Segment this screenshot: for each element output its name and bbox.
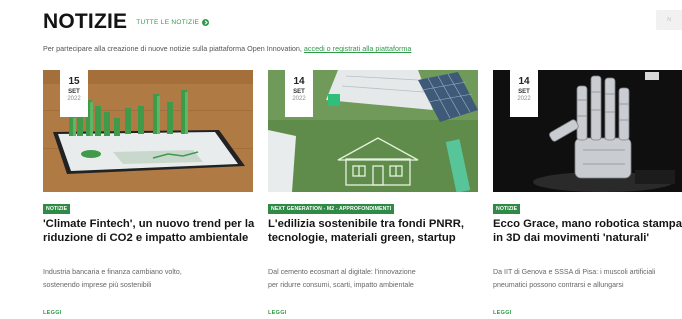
category-tag[interactable]: NEXT GENERATION - M2 - APPROFONDIMENTI — [268, 204, 395, 214]
date-badge: 14 SET 2022 — [285, 70, 313, 117]
page-title: NOTIZIE — [43, 10, 128, 33]
corner-button[interactable]: N — [656, 10, 682, 30]
news-image-green-building[interactable]: 14 SET 2022 — [268, 70, 478, 192]
news-excerpt: Industria bancaria e finanza cambiano vo… — [43, 266, 253, 291]
date-day: 14 — [293, 76, 305, 87]
read-more-link[interactable]: LEGGI — [268, 310, 287, 316]
date-month: SET — [68, 89, 80, 95]
news-excerpt: Da IIT di Genova e SSSA di Pisa: i musco… — [493, 266, 682, 291]
date-day: 15 — [68, 76, 80, 87]
news-card[interactable]: 15 SET 2022 NOTIZIE 'Climate Fintech', u… — [43, 70, 254, 316]
news-title[interactable]: L'edilizia sostenibile tra fondi PNRR, t… — [268, 218, 480, 245]
date-badge: 15 SET 2022 — [60, 70, 88, 117]
news-excerpt: Dal cemento ecosmart al digitale: l'inno… — [268, 266, 478, 291]
intro-sentence: Per partecipare alla creazione di nuove … — [43, 44, 302, 53]
news-title[interactable]: Ecco Grace, mano robotica stampata in 3D… — [493, 218, 682, 245]
intro-text: Per partecipare alla creazione di nuove … — [43, 44, 411, 53]
date-year: 2022 — [292, 96, 306, 102]
date-day: 14 — [518, 76, 530, 87]
news-title[interactable]: 'Climate Fintech', un nuovo trend per la… — [43, 218, 255, 245]
category-tag[interactable]: NOTIZIE — [493, 204, 521, 214]
all-news-link[interactable]: TUTTE LE NOTIZIE — [136, 19, 210, 26]
news-card[interactable]: 14 SET 2022 NOTIZIE Ecco Grace, mano rob… — [493, 70, 682, 316]
excerpt-line: per ridurre consumi, scarti, impatto amb… — [268, 280, 414, 289]
excerpt-line: sostenendo imprese più sostenibili — [43, 280, 152, 289]
read-more-link[interactable]: LEGGI — [43, 310, 62, 316]
section-header: NOTIZIE TUTTE LE NOTIZIE — [43, 10, 210, 34]
excerpt-line: pneumatici possono contrarsi e allungars… — [493, 280, 624, 289]
news-card[interactable]: 14 SET 2022 NEXT GENERATION - M2 - APPRO… — [268, 70, 478, 316]
date-month: SET — [518, 89, 530, 95]
news-image-fintech[interactable]: 15 SET 2022 — [43, 70, 253, 192]
category-tag[interactable]: NOTIZIE — [43, 204, 71, 214]
news-image-robotic-hand[interactable]: 14 SET 2022 — [493, 70, 682, 192]
date-year: 2022 — [67, 96, 81, 102]
arrow-circle-icon[interactable] — [202, 19, 210, 26]
excerpt-line: Dal cemento ecosmart al digitale: l'inno… — [268, 268, 416, 276]
login-register-link[interactable]: accedi o registrati alla piattaforma — [304, 44, 411, 53]
date-badge: 14 SET 2022 — [510, 70, 538, 117]
all-news-label[interactable]: TUTTE LE NOTIZIE — [136, 19, 199, 26]
excerpt-line: Industria bancaria e finanza cambiano vo… — [43, 268, 182, 276]
excerpt-line: Da IIT di Genova e SSSA di Pisa: i musco… — [493, 268, 656, 276]
date-month: SET — [293, 89, 305, 95]
date-year: 2022 — [517, 96, 531, 102]
read-more-link[interactable]: LEGGI — [493, 310, 512, 316]
